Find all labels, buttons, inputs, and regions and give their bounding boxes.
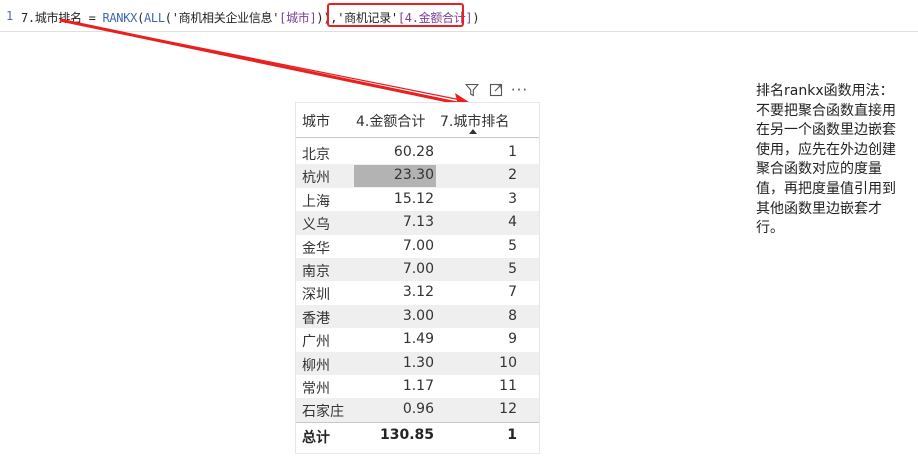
cell-city[interactable]: 广州	[302, 331, 330, 351]
cell-amount[interactable]: 1.17	[403, 378, 434, 394]
sort-ascending-icon	[469, 129, 477, 134]
total-row: 总计 130.85 1	[296, 422, 539, 449]
close-paren: )	[472, 11, 480, 25]
cell-rank[interactable]: 5	[508, 261, 517, 277]
measure-highlight-box	[327, 3, 464, 27]
cell-city[interactable]: 北京	[302, 144, 330, 164]
table-row[interactable]: 义乌 7.13 4	[296, 211, 539, 235]
cell-city[interactable]: 上海	[302, 191, 330, 211]
cell-rank[interactable]: 8	[508, 308, 517, 324]
table-row[interactable]: 柳州 1.30 10	[296, 351, 539, 375]
cell-rank[interactable]: 3	[508, 191, 517, 207]
table-body: 北京 60.28 1 杭州 23.30 2 上海 15.12 3 义乌 7.13 4 金华 7.00 5 南京…	[296, 141, 539, 422]
cell-amount[interactable]: 0.96	[403, 401, 434, 417]
table-row[interactable]: 香港 3.00 8	[296, 304, 539, 329]
cell-city[interactable]: 常州	[302, 378, 330, 398]
cell-rank[interactable]: 11	[499, 378, 517, 394]
cell-amount[interactable]: 1.30	[403, 355, 434, 371]
table-row[interactable]: 北京 60.28 1	[296, 141, 539, 164]
cell-amount[interactable]: 60.28	[394, 144, 434, 160]
table-name: '商机相关企业信息'	[171, 11, 280, 25]
arrow-shaft	[59, 18, 463, 106]
cell-rank[interactable]: 9	[508, 331, 517, 347]
table-header: 城市 4.金额合计 7.城市排名	[296, 103, 539, 138]
column-header-city[interactable]: 城市	[302, 111, 330, 131]
cell-rank[interactable]: 5	[508, 238, 517, 254]
table-row[interactable]: 上海 15.12 3	[296, 188, 539, 211]
total-rank: 1	[507, 427, 517, 443]
cell-amount[interactable]: 15.12	[394, 191, 434, 207]
total-label: 总计	[302, 430, 330, 446]
focus-mode-icon[interactable]	[488, 83, 503, 98]
table-row[interactable]: 南京 7.00 5	[296, 257, 539, 282]
measure-name: 7.城市排名	[21, 11, 82, 25]
cell-city[interactable]: 金华	[302, 238, 330, 258]
table-visual[interactable]: 城市 4.金额合计 7.城市排名 北京 60.28 1 杭州 23.30 2 上海 15.12…	[295, 102, 540, 454]
formula-bar[interactable]: 1 7.城市排名 = RANKX(ALL('商机相关企业信息'[城市])),'商…	[0, 0, 918, 32]
cell-city[interactable]: 杭州	[302, 167, 330, 187]
cell-rank[interactable]: 7	[508, 284, 517, 300]
cell-amount[interactable]: 7.13	[403, 214, 434, 230]
open-paren: (	[164, 11, 172, 25]
cell-amount[interactable]: 1.49	[403, 331, 434, 347]
visual-header: ···	[464, 81, 527, 99]
filter-icon[interactable]	[464, 83, 479, 98]
cell-city[interactable]: 深圳	[302, 284, 330, 304]
cell-city[interactable]: 石家庄	[302, 401, 344, 421]
cell-amount[interactable]: 7.00	[403, 261, 434, 277]
cell-amount[interactable]: 7.00	[403, 238, 434, 254]
rankx-function: RANKX	[102, 11, 138, 25]
arrow-highlight-line	[59, 19, 467, 102]
cell-amount[interactable]: 23.30	[394, 167, 434, 183]
column-header-rank[interactable]: 7.城市排名	[440, 111, 509, 131]
open-paren: (	[137, 11, 144, 25]
cell-amount[interactable]: 3.00	[403, 308, 434, 324]
cell-rank[interactable]: 4	[508, 214, 517, 230]
cell-city[interactable]: 柳州	[302, 355, 330, 375]
usage-note: 排名rankx函数用法：不要把聚合函数直接用在另一个函数里边嵌套使用，应先在外边…	[756, 83, 896, 237]
column-reference: [城市]	[279, 11, 317, 25]
cell-city[interactable]: 南京	[302, 261, 330, 281]
table-row[interactable]: 金华 7.00 5	[296, 235, 539, 258]
table-row[interactable]: 石家庄 0.96 12	[296, 398, 539, 422]
line-number: 1	[6, 9, 14, 23]
cell-rank[interactable]: 2	[508, 167, 517, 183]
cell-rank[interactable]: 1	[508, 144, 517, 160]
cell-rank[interactable]: 10	[499, 355, 517, 371]
column-header-amount[interactable]: 4.金额合计	[356, 111, 425, 131]
table-row[interactable]: 广州 1.49 9	[296, 328, 539, 351]
total-amount: 130.85	[379, 427, 434, 443]
cell-amount[interactable]: 3.12	[403, 284, 434, 300]
table-row[interactable]: 杭州 23.30 2	[296, 164, 539, 188]
table-row[interactable]: 常州 1.17 11	[296, 375, 539, 398]
all-function: ALL	[144, 11, 165, 25]
table-row[interactable]: 深圳 3.12 7	[296, 281, 539, 304]
more-options-icon[interactable]: ···	[511, 81, 527, 99]
cell-rank[interactable]: 12	[499, 401, 517, 417]
cell-city[interactable]: 义乌	[302, 214, 330, 234]
equals-operator: =	[81, 11, 103, 25]
cell-city[interactable]: 香港	[302, 308, 330, 328]
